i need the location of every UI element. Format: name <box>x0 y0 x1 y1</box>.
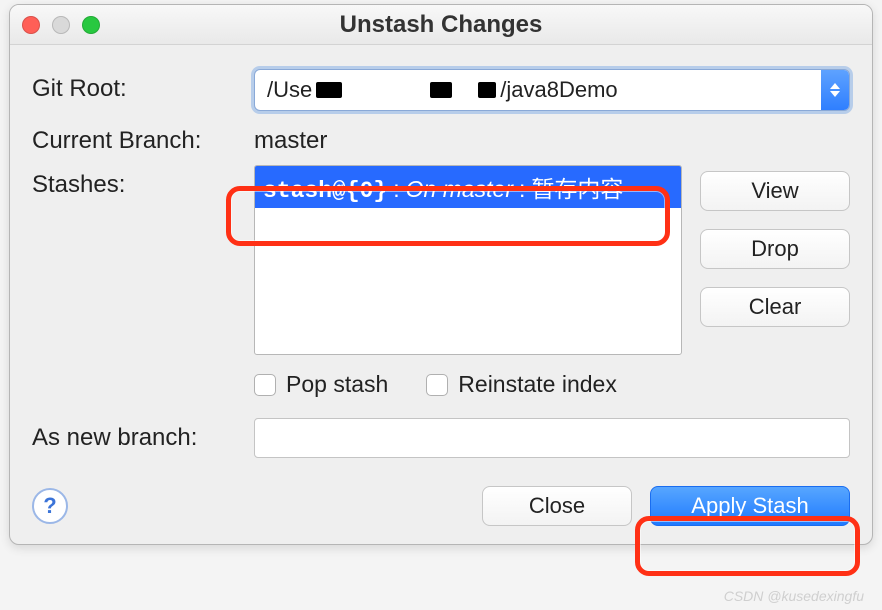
dialog-title: Unstash Changes <box>10 11 872 39</box>
stash-meta: On master <box>406 176 513 203</box>
pop-stash-label: Pop stash <box>286 371 388 398</box>
zoom-window-icon[interactable] <box>82 16 100 34</box>
titlebar: Unstash Changes <box>10 5 872 45</box>
close-button[interactable]: Close <box>482 486 632 526</box>
git-root-select[interactable]: /Use /java8Demo <box>254 69 850 111</box>
dialog-content: Git Root: /Use /java8Demo Current Br <box>10 45 872 544</box>
git-root-prefix: /Use <box>267 77 312 103</box>
stashes-label: Stashes: <box>32 165 242 199</box>
watermark: CSDN @kusedexingfu <box>724 588 864 604</box>
current-branch-value: master <box>254 121 327 155</box>
clear-button[interactable]: Clear <box>700 287 850 327</box>
checkbox-icon <box>426 374 448 396</box>
drop-button[interactable]: Drop <box>700 229 850 269</box>
dialog-window: Unstash Changes Git Root: /Use /java8Dem… <box>9 4 873 545</box>
redacted-segment <box>316 82 342 98</box>
help-button[interactable]: ? <box>32 488 68 524</box>
stash-list-item[interactable]: stash@{0}: On master: 暂存内容 <box>255 166 681 208</box>
reinstate-index-checkbox[interactable]: Reinstate index <box>426 371 617 398</box>
window-controls <box>22 16 100 34</box>
stash-message: 暂存内容 <box>531 170 623 204</box>
new-branch-label: As new branch: <box>32 418 242 452</box>
chevron-updown-icon <box>821 70 849 110</box>
new-branch-input[interactable] <box>254 418 850 458</box>
stash-id: stash@{0} <box>263 178 387 204</box>
git-root-suffix: /java8Demo <box>500 77 617 103</box>
redacted-segment <box>430 82 452 98</box>
apply-stash-button[interactable]: Apply Stash <box>650 486 850 526</box>
redacted-segment <box>478 82 496 98</box>
close-window-icon[interactable] <box>22 16 40 34</box>
git-root-value: /Use /java8Demo <box>255 77 821 103</box>
current-branch-label: Current Branch: <box>32 121 242 155</box>
checkbox-icon <box>254 374 276 396</box>
stash-list[interactable]: stash@{0}: On master: 暂存内容 <box>254 165 682 355</box>
view-button[interactable]: View <box>700 171 850 211</box>
git-root-label: Git Root: <box>32 69 242 103</box>
minimize-window-icon[interactable] <box>52 16 70 34</box>
reinstate-index-label: Reinstate index <box>458 371 617 398</box>
pop-stash-checkbox[interactable]: Pop stash <box>254 371 388 398</box>
